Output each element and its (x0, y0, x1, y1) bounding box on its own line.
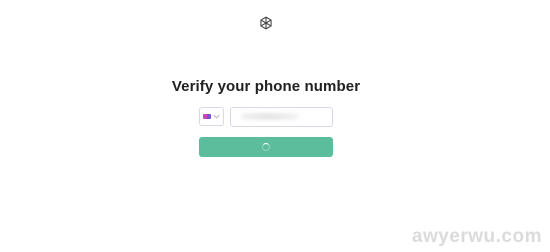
flag-icon (203, 114, 211, 119)
openai-logo-icon (258, 15, 274, 31)
phone-verification-page: Verify your phone number awyerwu.com (0, 0, 550, 252)
country-code-select[interactable] (199, 107, 224, 126)
watermark: awyerwu.com (411, 226, 542, 247)
phone-number-blurred-value (241, 113, 299, 120)
page-title: Verify your phone number (171, 78, 361, 95)
spinner-icon (262, 143, 270, 151)
continue-button[interactable] (199, 137, 333, 157)
chevron-down-icon (213, 114, 220, 119)
